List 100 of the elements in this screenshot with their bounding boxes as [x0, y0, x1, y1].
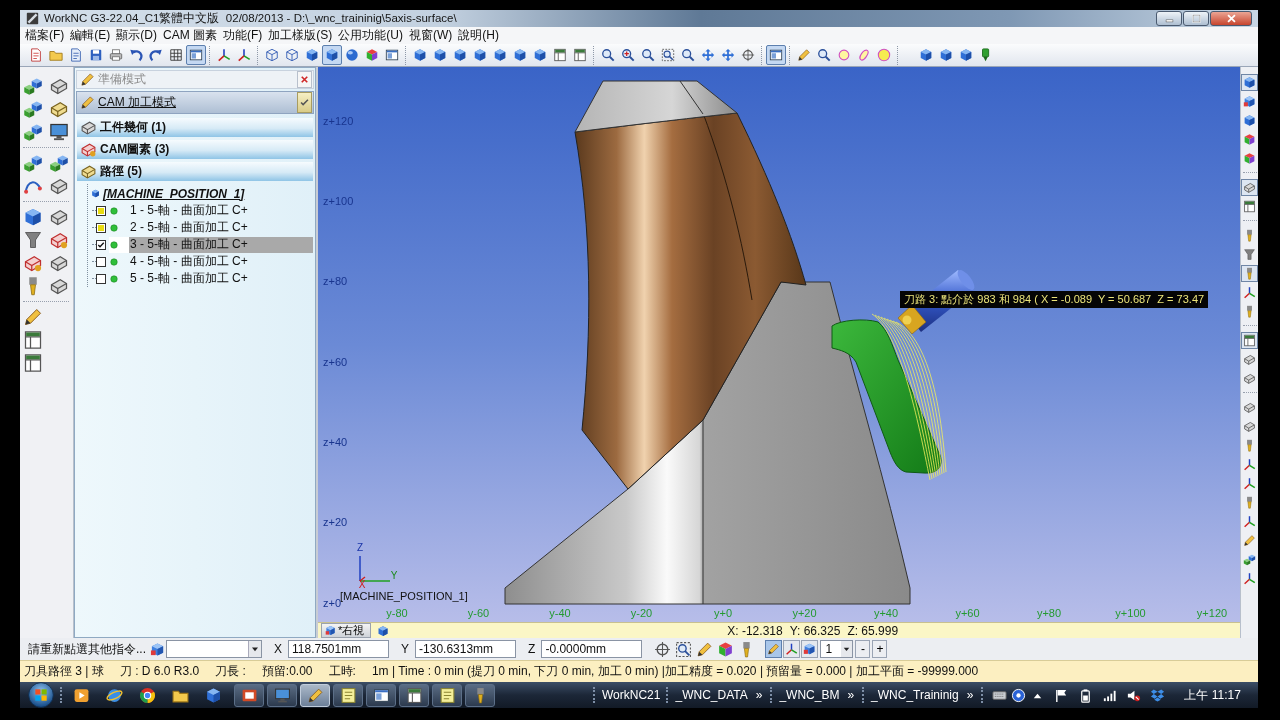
taskbar-button[interactable] — [234, 683, 264, 707]
view-tab[interactable]: *右視 — [321, 623, 372, 638]
axis-tick-label: y-60 — [467, 607, 490, 619]
cube-icon[interactable] — [23, 207, 43, 227]
help-icon[interactable] — [1011, 687, 1027, 703]
toolpath-item[interactable]: 3 - 5-軸 - 曲面加工 C+ — [109, 236, 313, 253]
taskbar-button[interactable] — [399, 683, 429, 707]
monitor-icon[interactable] — [49, 122, 69, 142]
taskbar-toolbar-label: WorkNC21 — [602, 688, 661, 702]
funnel-icon[interactable] — [1241, 246, 1258, 263]
box-icon[interactable] — [1150, 687, 1166, 703]
tricolor-circle-icon[interactable] — [139, 686, 156, 704]
play-icon[interactable] — [73, 686, 90, 704]
window-icon[interactable] — [186, 45, 206, 65]
pencil-icon[interactable] — [23, 307, 43, 327]
pencil-icon[interactable] — [696, 640, 714, 658]
menu-item[interactable]: 視窗(W) — [406, 28, 456, 43]
cube-icon[interactable] — [150, 641, 165, 657]
clock[interactable]: 上午 11:17 — [1184, 686, 1241, 704]
more-button[interactable]: » — [845, 688, 857, 702]
block-icon[interactable] — [49, 276, 69, 296]
taskbar-button[interactable] — [333, 683, 363, 707]
decrement-button[interactable]: - — [855, 640, 871, 658]
cubes-icon[interactable] — [49, 153, 69, 173]
coordinate-field[interactable]: 118.7501mm — [288, 640, 390, 658]
close-button[interactable] — [297, 71, 312, 88]
menu-item[interactable]: 加工樣版(S) — [265, 28, 336, 43]
checkbox[interactable] — [96, 256, 106, 267]
checkbox[interactable] — [96, 273, 106, 284]
coordinate-field[interactable]: -0.0000mm — [541, 640, 643, 658]
menu-item[interactable]: 顯示(D) — [113, 28, 160, 43]
taskbar-button[interactable] — [432, 683, 462, 707]
block-icon[interactable] — [1241, 179, 1258, 196]
increment-button[interactable]: + — [872, 640, 888, 658]
cutter-icon[interactable] — [1241, 265, 1258, 282]
menu-item[interactable]: 說明(H) — [455, 28, 502, 43]
checkmark-icon — [299, 97, 310, 108]
toolpath-item[interactable]: 4 - 5-軸 - 曲面加工 C+ — [109, 253, 313, 270]
minimize-button[interactable] — [1156, 11, 1182, 26]
section-header[interactable]: 路徑 (5) — [77, 162, 313, 181]
cube-icon[interactable] — [322, 45, 342, 65]
start-button[interactable] — [28, 682, 54, 708]
block-icon[interactable] — [49, 176, 69, 196]
axes-icon[interactable] — [1241, 570, 1258, 587]
axes-icon[interactable] — [1241, 456, 1258, 473]
block-icon[interactable] — [49, 76, 69, 96]
menu-item[interactable]: 檔案(F) — [22, 28, 68, 43]
menu-item[interactable]: 功能(F) — [220, 28, 266, 43]
cubes-icon[interactable] — [23, 76, 43, 96]
funnel-icon[interactable] — [23, 230, 43, 250]
cursor-coordinate: X: -12.318 — [727, 623, 783, 638]
pencil-icon[interactable] — [765, 640, 783, 658]
window-icon[interactable] — [766, 45, 786, 65]
coordinate-field[interactable]: -130.6313mm — [415, 640, 517, 658]
table-icon[interactable] — [23, 330, 43, 350]
dropdown-field[interactable] — [166, 640, 262, 658]
toolpath-item[interactable]: 2 - 5-軸 - 曲面加工 C+ — [109, 219, 313, 236]
tree-node[interactable]: [MACHINE_POSITION_1] — [103, 186, 245, 201]
block-icon[interactable] — [49, 99, 69, 119]
toolpath-item[interactable]: 1 - 5-軸 - 曲面加工 C+ — [109, 202, 313, 219]
zoom-box-icon[interactable] — [675, 640, 693, 658]
cubes-icon[interactable] — [23, 99, 43, 119]
close-button[interactable] — [1210, 11, 1252, 26]
menu-item[interactable]: 公用功能(U) — [335, 28, 406, 43]
axes-icon[interactable] — [1241, 284, 1258, 301]
cubes-icon[interactable] — [23, 153, 43, 173]
cubes-icon[interactable] — [23, 122, 43, 142]
table-icon[interactable] — [23, 353, 43, 373]
table-icon[interactable] — [1241, 198, 1258, 215]
cube-icon[interactable] — [205, 686, 222, 704]
checkbox[interactable] — [96, 239, 106, 250]
axes-icon[interactable] — [1241, 513, 1258, 530]
crosshair-icon[interactable] — [654, 640, 672, 658]
confirm-button[interactable] — [297, 92, 312, 113]
cube-icon[interactable] — [801, 640, 819, 658]
taskbar-button[interactable] — [366, 683, 396, 707]
block-icon[interactable] — [49, 253, 69, 273]
mode-option[interactable]: CAM 加工模式 — [98, 94, 297, 111]
shape-icon[interactable] — [23, 253, 43, 273]
axes-icon[interactable] — [1241, 475, 1258, 492]
table-icon[interactable] — [1241, 332, 1258, 349]
axis-tick-label: z+100 — [323, 195, 354, 207]
block-icon[interactable] — [49, 207, 69, 227]
more-button[interactable]: » — [964, 688, 976, 702]
globe-icon[interactable] — [106, 686, 123, 704]
tooltip: 刀路 3: 點介於 983 和 984 ( X = -0.089 Y = 50.687 Z = 73.47 — [900, 291, 1209, 308]
restore-button[interactable] — [1183, 11, 1209, 26]
toolpath-item[interactable]: 5 - 5-軸 - 曲面加工 C+ — [109, 270, 313, 287]
shape-icon[interactable] — [49, 230, 69, 250]
menu-item[interactable]: CAM 圖素 — [160, 28, 220, 43]
more-button[interactable]: » — [753, 688, 765, 702]
axes-icon[interactable] — [783, 640, 801, 658]
section-header[interactable]: 工件幾何 (1) — [77, 118, 313, 137]
cube-icon[interactable] — [377, 624, 390, 637]
3d-viewport[interactable]: z+120 z+100 z+80 z+60 z+40 z+20 z+0 y-80 y-60 y-40 y-20 y+0 y+20 y+40 y+60 y+80 y+100 y+120 Z X Y [MACHINE_POSITION_1] 刀路 3: 點介於 983 和 984 ( X = -0.089 Y = 50.687 Z = 73.47 — [318, 67, 1240, 622]
section-header[interactable]: CAM圖素 (3) — [77, 140, 313, 159]
cube-icon[interactable] — [1241, 74, 1258, 91]
color-cube-icon[interactable] — [717, 640, 735, 658]
menu-item[interactable]: 編輯(E) — [67, 28, 114, 43]
step-field[interactable]: 1 — [820, 640, 854, 658]
